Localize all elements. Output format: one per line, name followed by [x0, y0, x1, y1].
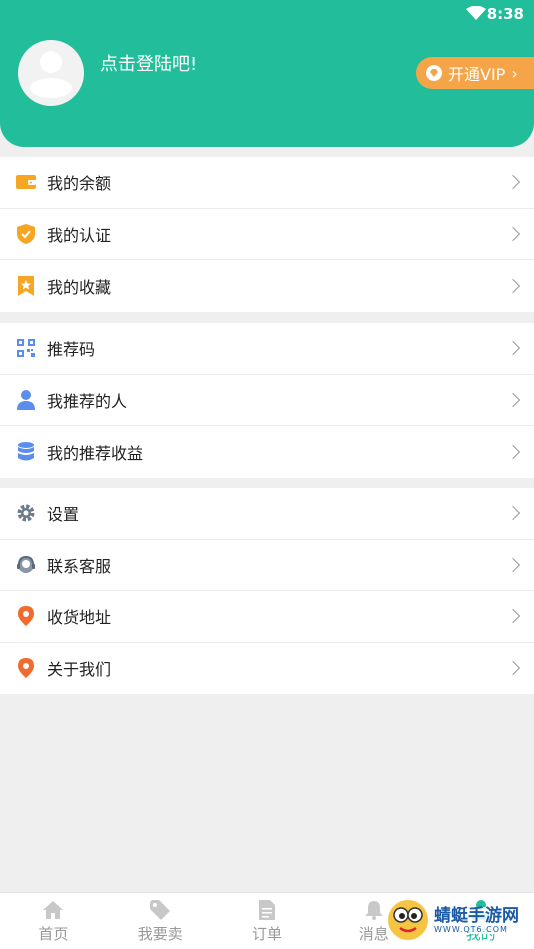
- profile-header: 8:38 点击登陆吧! 开通VIP ›: [0, 0, 534, 147]
- chevron-right-icon: [505, 609, 521, 624]
- database-icon: [16, 441, 36, 462]
- chevron-right-icon: [505, 557, 521, 572]
- headset-icon: [16, 555, 36, 575]
- status-time: 8:38: [486, 5, 524, 23]
- open-vip-button[interactable]: 开通VIP ›: [416, 57, 534, 89]
- tab-sell[interactable]: 我要卖: [107, 893, 214, 949]
- wallet-icon: [16, 172, 36, 192]
- menu-item-label: 联系客服: [47, 556, 112, 576]
- chevron-right-icon: [505, 661, 521, 676]
- menu-group-referral: 推荐码 我推荐的人 我的推荐收益: [0, 323, 534, 478]
- menu-item-settings[interactable]: 设置: [0, 488, 534, 540]
- chevron-right-icon: [505, 226, 521, 241]
- menu-item-shipping-address[interactable]: 收货地址: [0, 591, 534, 643]
- menu-item-label: 我推荐的人: [47, 391, 128, 411]
- vip-label: 开通VIP: [448, 65, 506, 84]
- menu-group-settings: 设置 联系客服 收货地址 关于我们: [0, 488, 534, 694]
- menu-item-label: 收货地址: [47, 608, 112, 628]
- menu-item-verification[interactable]: 我的认证: [0, 209, 534, 260]
- tab-orders[interactable]: 订单: [214, 893, 321, 949]
- home-icon: [42, 899, 64, 921]
- chevron-right-icon: [505, 341, 521, 356]
- person-icon: [16, 389, 36, 410]
- wifi-icon: [466, 6, 486, 20]
- login-prompt[interactable]: 点击登陆吧!: [100, 50, 197, 76]
- document-icon: [256, 899, 278, 921]
- chevron-right-icon: [505, 278, 521, 293]
- chevron-right-icon: [505, 175, 521, 190]
- tag-icon: [149, 899, 171, 921]
- avatar[interactable]: [18, 40, 84, 106]
- shield-check-icon: [16, 223, 36, 244]
- location-pin-icon: [16, 658, 36, 679]
- chevron-right-icon: [505, 444, 521, 459]
- vip-diamond-icon: [426, 65, 442, 81]
- menu-item-label: 我的余额: [47, 174, 112, 194]
- menu-item-label: 我的推荐收益: [47, 443, 144, 463]
- tab-label: 消息: [358, 924, 389, 943]
- menu-item-label: 我的认证: [47, 225, 112, 245]
- tab-label: 首页: [38, 924, 69, 943]
- menu-item-about-us[interactable]: 关于我们: [0, 643, 534, 695]
- menu-item-label: 关于我们: [47, 660, 112, 680]
- menu-item-label: 设置: [47, 505, 80, 525]
- avatar-placeholder-icon: [30, 51, 72, 98]
- menu-item-customer-service[interactable]: 联系客服: [0, 540, 534, 591]
- chevron-right-icon: ›: [511, 63, 518, 83]
- gear-icon: [16, 503, 36, 523]
- tab-label: 订单: [251, 924, 282, 943]
- watermark: 蜻蜓手游网 WWW.QT6.COM: [386, 897, 528, 943]
- qr-code-icon: [16, 338, 36, 358]
- menu-item-my-referrals[interactable]: 我推荐的人: [0, 375, 534, 426]
- menu-group-account: 我的余额 我的认证 我的收藏: [0, 157, 534, 312]
- menu-item-balance[interactable]: 我的余额: [0, 157, 534, 209]
- menu-item-referral-earnings[interactable]: 我的推荐收益: [0, 426, 534, 478]
- chevron-right-icon: [505, 392, 521, 407]
- location-pin-icon: [16, 606, 36, 627]
- menu-item-label: 推荐码: [47, 340, 96, 360]
- dragonfly-mascot-icon: [388, 900, 428, 940]
- tab-label: 我要卖: [137, 924, 183, 943]
- menu-item-referral-code[interactable]: 推荐码: [0, 323, 534, 375]
- bell-icon: [363, 899, 385, 921]
- chevron-right-icon: [505, 506, 521, 521]
- watermark-url: WWW.QT6.COM: [434, 924, 508, 934]
- tab-home[interactable]: 首页: [0, 893, 107, 949]
- menu-item-label: 我的收藏: [47, 277, 112, 297]
- bookmark-star-icon: [16, 275, 36, 296]
- watermark-title: 蜻蜓手游网: [434, 905, 519, 926]
- menu-item-favorites[interactable]: 我的收藏: [0, 260, 534, 312]
